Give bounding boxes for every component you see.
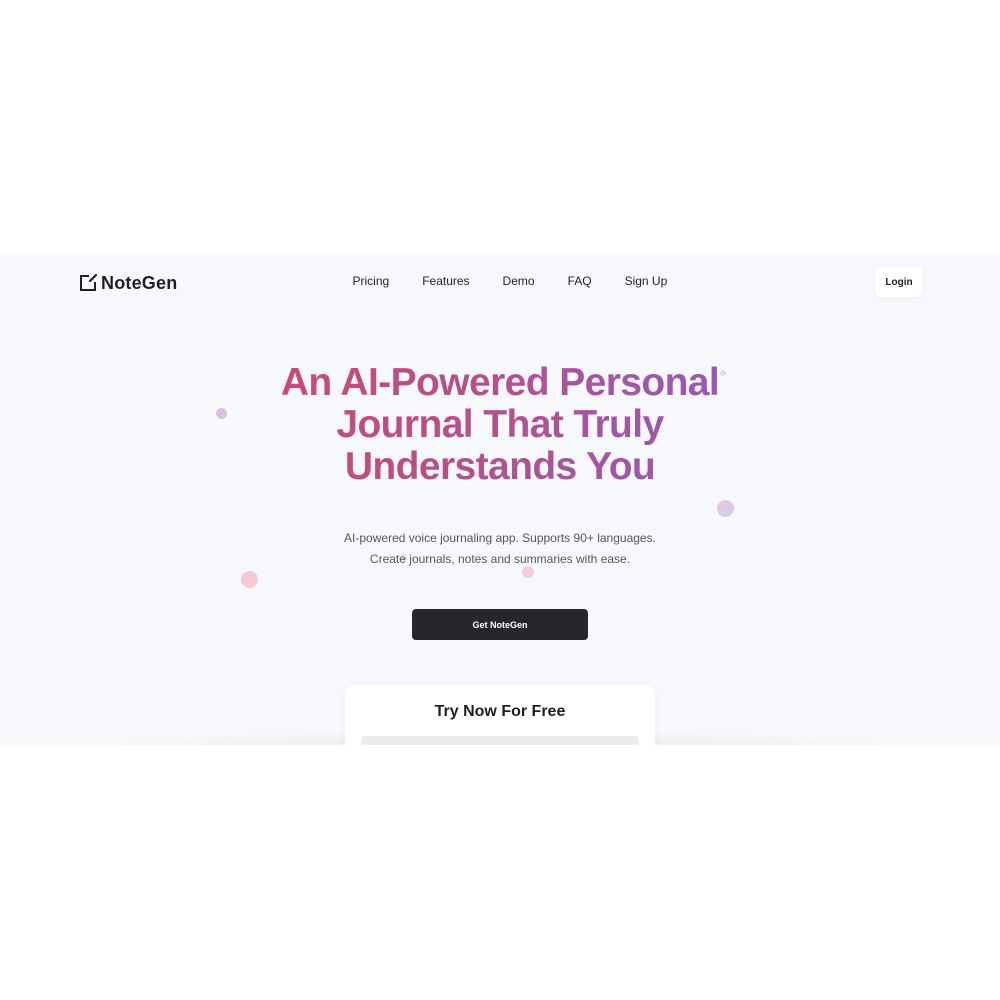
- get-notegen-button[interactable]: Get NoteGen: [412, 609, 588, 640]
- decorative-dot: [717, 500, 734, 517]
- hero-subtitle-line: AI-powered voice journaling app. Support…: [344, 531, 656, 545]
- hero-subtitle: AI-powered voice journaling app. Support…: [250, 528, 750, 570]
- nav-link-sign-up[interactable]: Sign Up: [608, 272, 684, 290]
- brand-logo[interactable]: NoteGen: [78, 271, 177, 295]
- try-now-card: Try Now For Free: [345, 685, 655, 745]
- top-nav: NoteGen Pricing Features Demo FAQ Sign U…: [0, 254, 1000, 310]
- hero-title-line: Journal That Truly: [336, 403, 664, 446]
- nav-link-features[interactable]: Features: [406, 272, 486, 290]
- nav-link-faq[interactable]: FAQ: [551, 272, 608, 290]
- nav-links: Pricing Features Demo FAQ Sign Up: [336, 272, 684, 290]
- decorative-dot: [241, 571, 258, 588]
- try-now-title: Try Now For Free: [434, 703, 566, 720]
- hero-subtitle-line: Create journals, notes and summaries wit…: [369, 552, 631, 566]
- nav-link-pricing[interactable]: Pricing: [336, 272, 406, 290]
- hero-title-line: An AI-Powered Personal: [280, 361, 720, 404]
- brand-name: NoteGen: [101, 272, 178, 293]
- page-frame: NoteGen Pricing Features Demo FAQ Sign U…: [0, 254, 1000, 745]
- note-edit-icon: [80, 273, 98, 291]
- hero-title-line: Understands You: [344, 445, 656, 488]
- try-now-input-area[interactable]: [361, 736, 639, 745]
- login-button[interactable]: Login: [875, 267, 923, 297]
- nav-link-demo[interactable]: Demo: [486, 272, 551, 290]
- hero-title: An AI-Powered Personal Journal That Trul…: [200, 362, 800, 488]
